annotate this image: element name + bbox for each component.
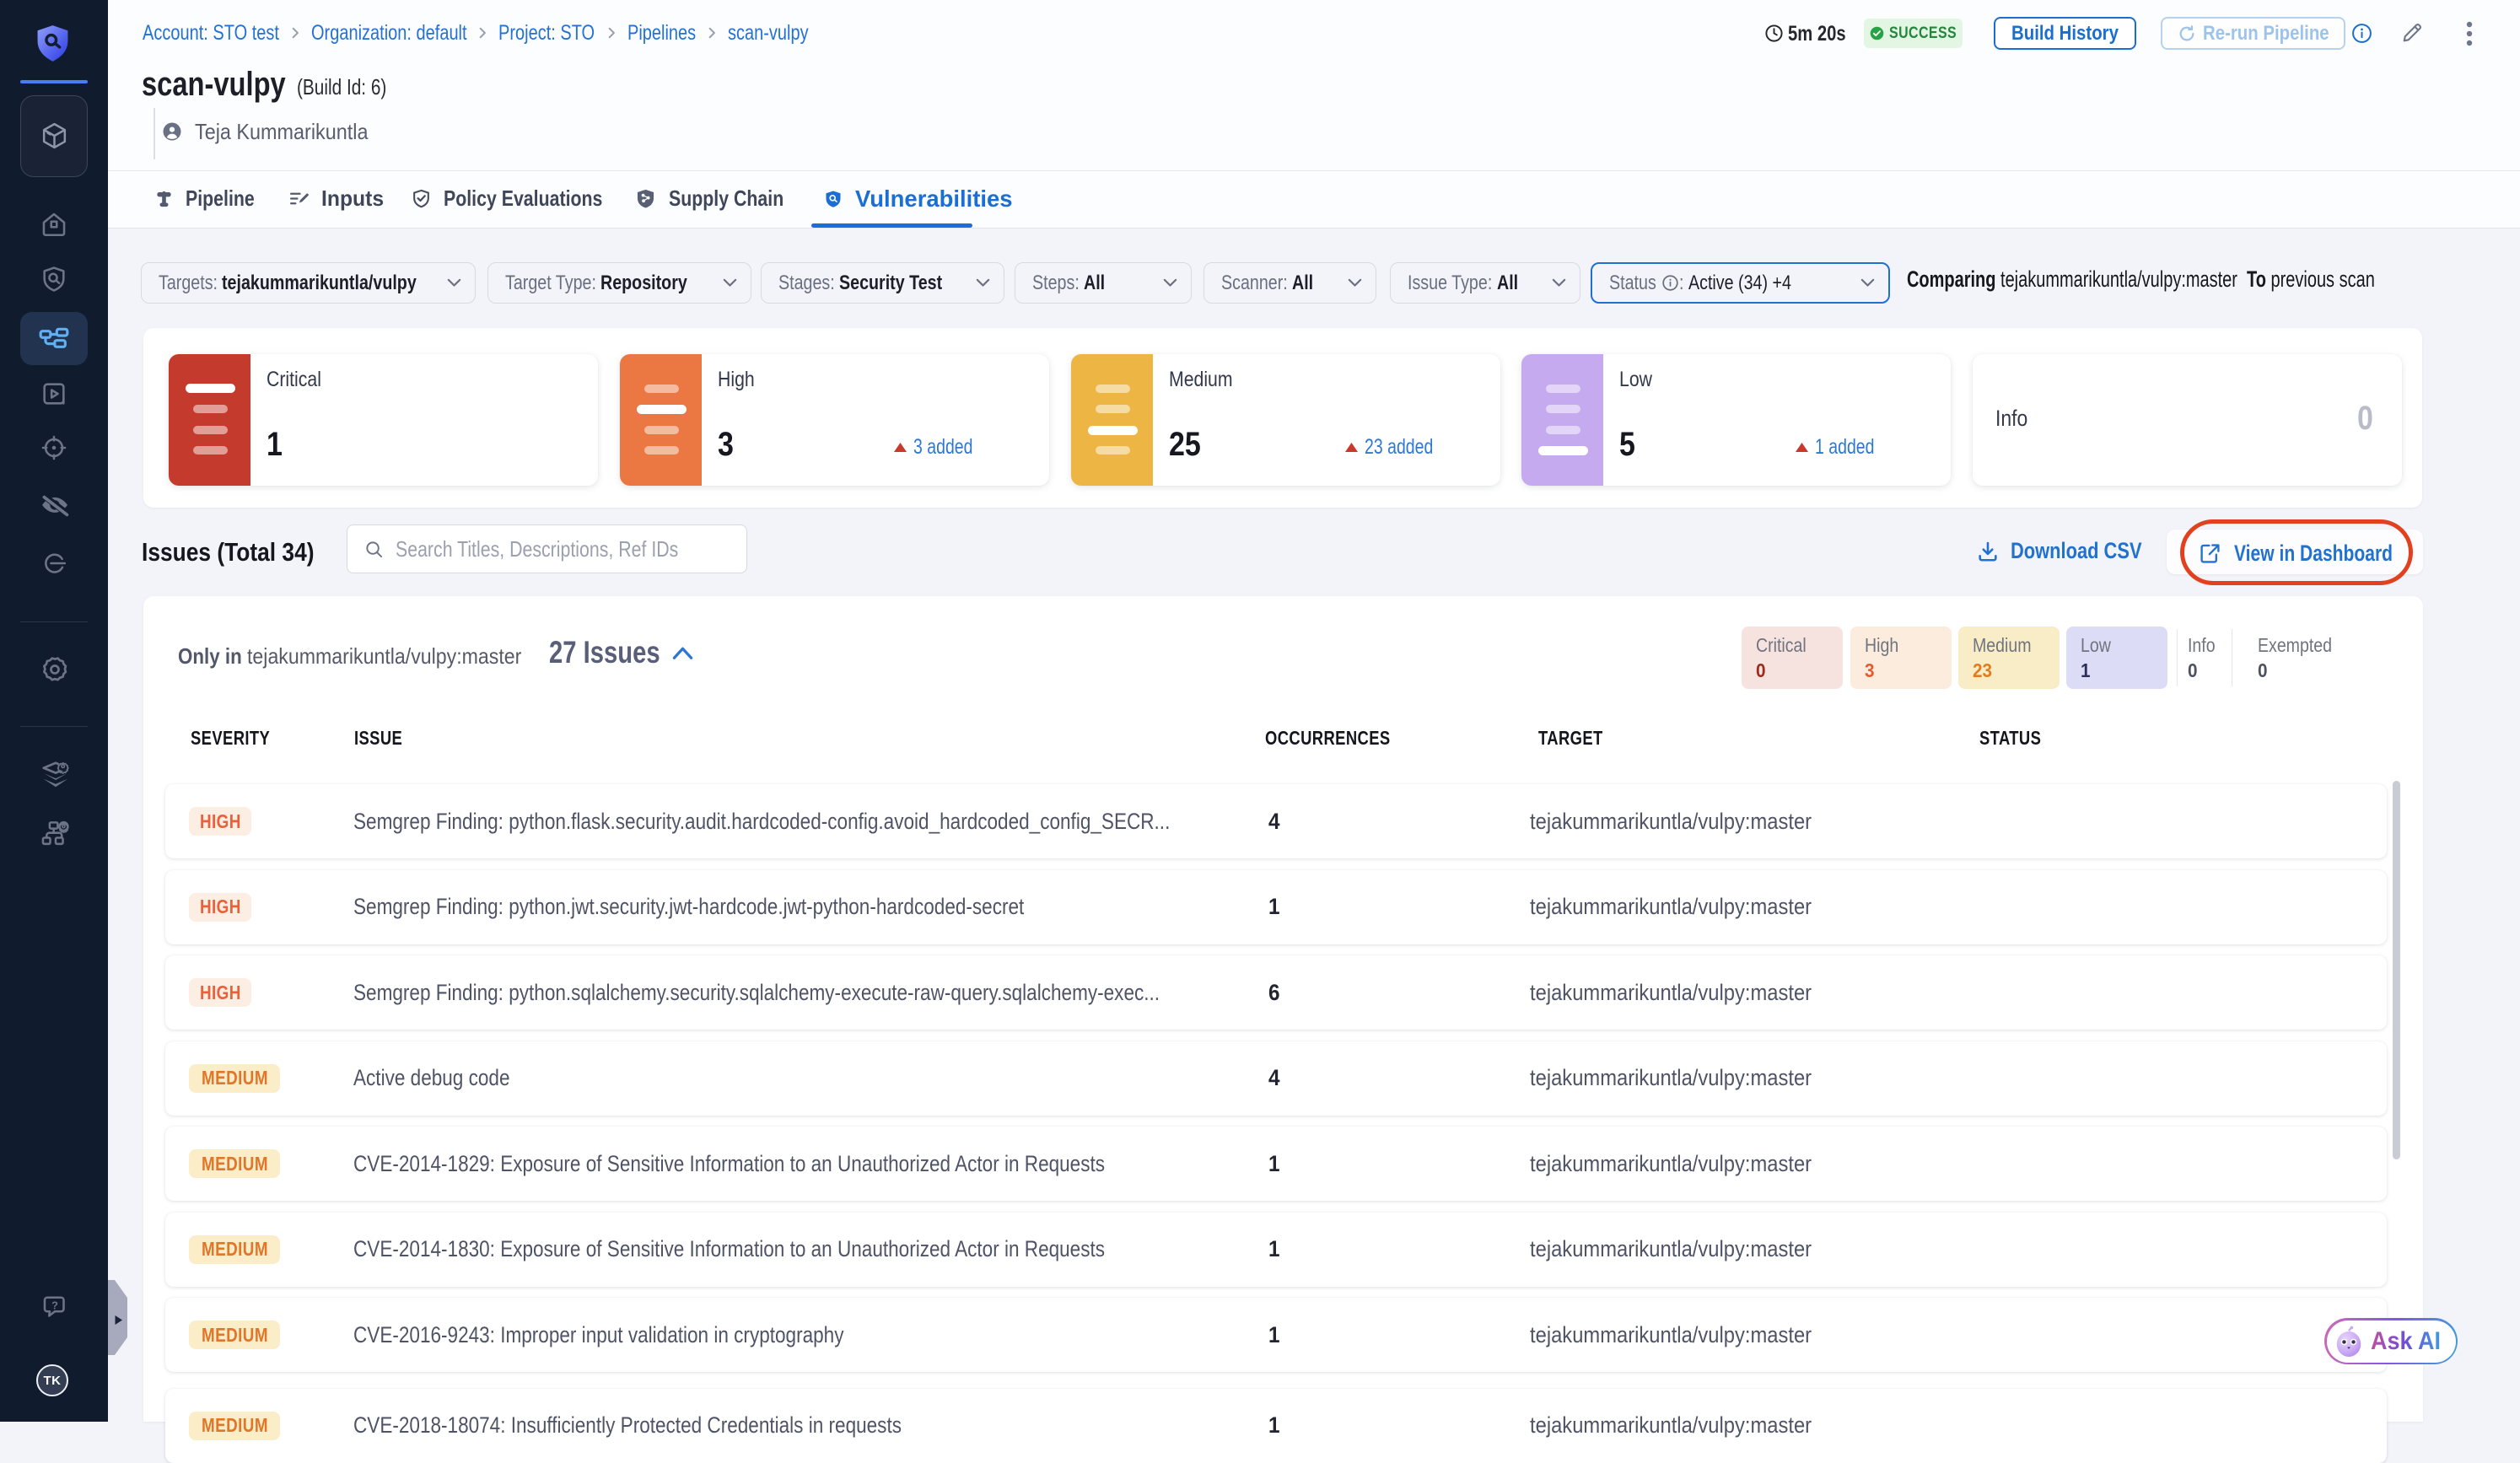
- svg-text:?: ?: [51, 1299, 58, 1311]
